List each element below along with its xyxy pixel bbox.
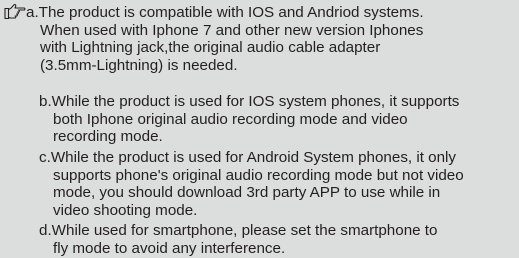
note-c: c.While the product is used for Android … bbox=[39, 149, 464, 219]
note-c-line-1: c.While the product is used for Android … bbox=[39, 149, 457, 166]
note-d-line-2: fly mode to avoid any interference. bbox=[53, 239, 286, 257]
note-c-line-4: video shooting mode. bbox=[53, 201, 198, 219]
note-c-line-2: supports phone's original audio recordin… bbox=[53, 166, 464, 184]
note-b-line-1: b.While the product is used for IOS syst… bbox=[39, 93, 460, 110]
note-d: d.While used for smartphone, please set … bbox=[39, 222, 437, 257]
note-a-line-1: a.The product is compatible with IOS and… bbox=[26, 4, 424, 21]
note-a-line-3: with Lightning jack,the original audio c… bbox=[40, 39, 381, 57]
note-b-line-2: both Iphone original audio recording mod… bbox=[53, 110, 408, 128]
note-a-line-2: When used with Iphone 7 and other new ve… bbox=[40, 21, 424, 39]
note-b: b.While the product is used for IOS syst… bbox=[39, 93, 459, 146]
note-b-line-3: recording mode. bbox=[53, 128, 163, 146]
note-d-line-1: d.While used for smartphone, please set … bbox=[39, 222, 438, 239]
note-a: a.The product is compatible with IOS and… bbox=[26, 4, 424, 74]
instruction-notes: a.The product is compatible with IOS and… bbox=[0, 0, 519, 258]
note-c-line-3: mode, you should download 3rd party APP … bbox=[53, 184, 441, 202]
pointing-hand-icon bbox=[4, 3, 26, 21]
note-a-line-4: (3.5mm-Lightning) is needed. bbox=[40, 56, 238, 74]
